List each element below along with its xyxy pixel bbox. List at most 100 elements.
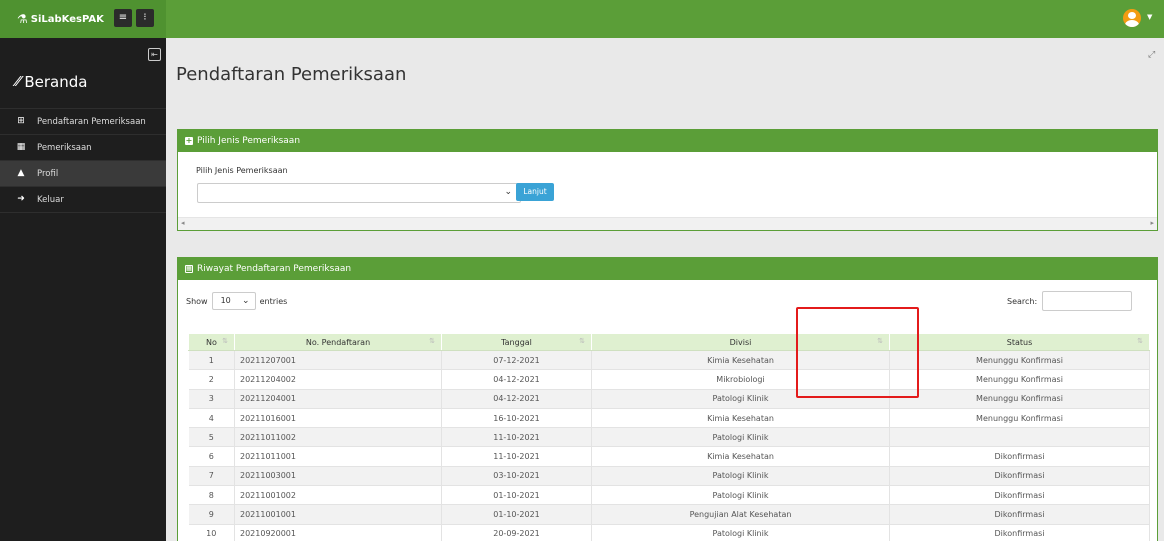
cell-no-pendaftaran: 20211016001 (234, 408, 442, 429)
brand-name: SiLabKesPAK (30, 13, 104, 25)
cell-divisi: Kimia Kesehatan (591, 408, 890, 429)
cell-tanggal: 01-10-2021 (441, 504, 592, 525)
cell-no: 9 (188, 504, 235, 525)
cell-status: Dikonfirmasi (889, 485, 1150, 506)
column-header-status[interactable]: Status ⇅ (889, 333, 1150, 351)
page-header: Pendaftaran Pemeriksaan ⤢ (166, 38, 1164, 110)
table-header-row: No ⇅ No. Pendaftaran ⇅ Tanggal ⇅ Divisi ⇅ St… (188, 333, 1150, 351)
sidebar-item-label: Pemeriksaan (37, 142, 92, 153)
horizontal-scrollbar[interactable]: ◂ ▸ (178, 217, 1157, 230)
cell-no: 2 (188, 369, 235, 390)
plus-square-icon: + (185, 136, 193, 145)
entries-label: entries (259, 296, 288, 306)
cell-no-pendaftaran: 20211003001 (234, 466, 442, 487)
jenis-pemeriksaan-select[interactable]: ⌄ (197, 183, 521, 203)
plus-square-icon: ⊞ (17, 116, 25, 126)
cell-status: Dikonfirmasi (889, 446, 1150, 467)
highlight-annotation (796, 307, 919, 398)
user-avatar-icon[interactable] (1123, 9, 1141, 27)
sidebar: ⇤ ⁄⁄ Beranda ⊞ Pendaftaran Pemeriksaan ▦… (0, 38, 166, 541)
table-row[interactable]: 8 20211001002 01-10-2021 Patologi Klinik… (188, 485, 1150, 506)
menu-toggle-button[interactable]: ≡ (114, 9, 132, 27)
panel-header: ▦ Riwayat Pendaftaran Pemeriksaan (178, 258, 1157, 280)
cell-status: Dikonfirmasi (889, 466, 1150, 487)
scroll-right-icon[interactable]: ▸ (1150, 219, 1154, 227)
table-row[interactable]: 10 20210920001 20-09-2021 Patologi Klini… (188, 524, 1150, 541)
caret-down-icon[interactable]: ▼ (1147, 13, 1152, 21)
cell-no-pendaftaran: 20211207001 (234, 350, 442, 371)
show-label: Show (186, 296, 208, 306)
user-icon: ▲ (17, 168, 25, 178)
cell-tanggal: 16-10-2021 (441, 408, 592, 429)
cell-no: 4 (188, 408, 235, 429)
table-row[interactable]: 1 20211207001 07-12-2021 Kimia Kesehatan… (188, 350, 1150, 371)
cell-tanggal: 04-12-2021 (441, 389, 592, 409)
panel-title: Pilih Jenis Pemeriksaan (197, 136, 301, 146)
page-title: Pendaftaran Pemeriksaan (176, 64, 407, 85)
column-header-no[interactable]: No ⇅ (188, 333, 235, 351)
cell-no-pendaftaran: 20211204001 (234, 389, 442, 409)
cell-divisi: Kimia Kesehatan (591, 446, 890, 467)
cell-tanggal: 07-12-2021 (441, 350, 592, 371)
sidebar-home[interactable]: ⁄⁄ Beranda (16, 73, 87, 91)
cell-no: 7 (188, 466, 235, 487)
cell-tanggal: 04-12-2021 (441, 369, 592, 390)
cell-status: Dikonfirmasi (889, 524, 1150, 541)
sign-out-icon: ➜ (17, 194, 25, 204)
table-row[interactable]: 4 20211016001 16-10-2021 Kimia Kesehatan… (188, 408, 1150, 429)
panel-title: Riwayat Pendaftaran Pemeriksaan (197, 264, 352, 274)
scroll-left-icon[interactable]: ◂ (181, 219, 185, 227)
sort-icon: ⇅ (222, 337, 228, 345)
cell-no: 1 (188, 350, 235, 371)
cell-no-pendaftaran: 20211011001 (234, 446, 442, 467)
table-row[interactable]: 3 20211204001 04-12-2021 Patologi Klinik… (188, 389, 1150, 409)
lanjut-button[interactable]: Lanjut (516, 183, 554, 201)
cell-no-pendaftaran: 20211204002 (234, 369, 442, 390)
search-input[interactable] (1042, 291, 1133, 311)
riwayat-panel: ▦ Riwayat Pendaftaran Pemeriksaan Show 1… (177, 257, 1158, 541)
sidebar-item-pemeriksaan[interactable]: ▦ Pemeriksaan (0, 135, 166, 161)
sidebar-item-label: Pendaftaran Pemeriksaan (37, 116, 146, 127)
sidebar-item-pendaftaran[interactable]: ⊞ Pendaftaran Pemeriksaan (0, 109, 166, 135)
cell-status: Menunggu Konfirmasi (889, 408, 1150, 429)
fullscreen-icon[interactable]: ⤢ (1148, 50, 1155, 60)
sidebar-item-keluar[interactable]: ➜ Keluar (0, 187, 166, 213)
table-row[interactable]: 7 20211003001 03-10-2021 Patologi Klinik… (188, 466, 1150, 487)
info-button[interactable]: ⁝ (136, 9, 154, 27)
cell-no-pendaftaran: 20210920001 (234, 524, 442, 541)
cell-status (889, 427, 1150, 448)
table-row[interactable]: 2 20211204002 04-12-2021 Mikrobiologi Me… (188, 369, 1150, 390)
dashboard-icon: ⁄⁄ (16, 74, 21, 90)
main-content: Pendaftaran Pemeriksaan ⤢ + Pilih Jenis … (166, 38, 1164, 541)
table-row[interactable]: 9 20211001001 01-10-2021 Pengujian Alat … (188, 504, 1150, 525)
column-header-no-pendaftaran[interactable]: No. Pendaftaran ⇅ (234, 333, 442, 351)
table-row[interactable]: 6 20211011001 11-10-2021 Kimia Kesehatan… (188, 446, 1150, 467)
top-navbar: ⚗ SiLabKesPAK ≡ ⁝ ▼ (0, 0, 1164, 38)
search-label: Search: (1007, 296, 1038, 306)
cell-no: 6 (188, 446, 235, 467)
entries-select[interactable]: 10 ⌄ (211, 292, 256, 310)
field-label: Pilih Jenis Pemeriksaan (196, 166, 288, 175)
sidebar-collapse-icon[interactable]: ⇤ (148, 48, 161, 61)
column-header-tanggal[interactable]: Tanggal ⇅ (441, 333, 592, 351)
chevron-down-icon: ⌄ (504, 187, 512, 197)
table-row[interactable]: 5 20211011002 11-10-2021 Patologi Klinik (188, 427, 1150, 448)
cell-no-pendaftaran: 20211011002 (234, 427, 442, 448)
sort-icon: ⇅ (429, 337, 435, 345)
cell-divisi: Patologi Klinik (591, 427, 890, 448)
cell-status: Dikonfirmasi (889, 504, 1150, 525)
brand-logo[interactable]: ⚗ SiLabKesPAK (17, 12, 104, 26)
brand-area: ⚗ SiLabKesPAK ≡ ⁝ (0, 0, 166, 38)
cell-no-pendaftaran: 20211001002 (234, 485, 442, 506)
entries-control: Show 10 ⌄ entries (186, 292, 287, 310)
sidebar-item-label: Keluar (37, 194, 64, 205)
grid-icon: ▦ (185, 265, 193, 273)
cell-no: 8 (188, 485, 235, 506)
sort-icon: ⇅ (1137, 337, 1143, 345)
cell-no-pendaftaran: 20211001001 (234, 504, 442, 525)
grid-icon: ▦ (16, 142, 26, 152)
cell-divisi: Patologi Klinik (591, 524, 890, 541)
sidebar-item-profil[interactable]: ▲ Profil (0, 161, 166, 187)
entries-value: 10 (220, 296, 231, 305)
pilih-jenis-panel: + Pilih Jenis Pemeriksaan Pilih Jenis Pe… (177, 129, 1158, 231)
